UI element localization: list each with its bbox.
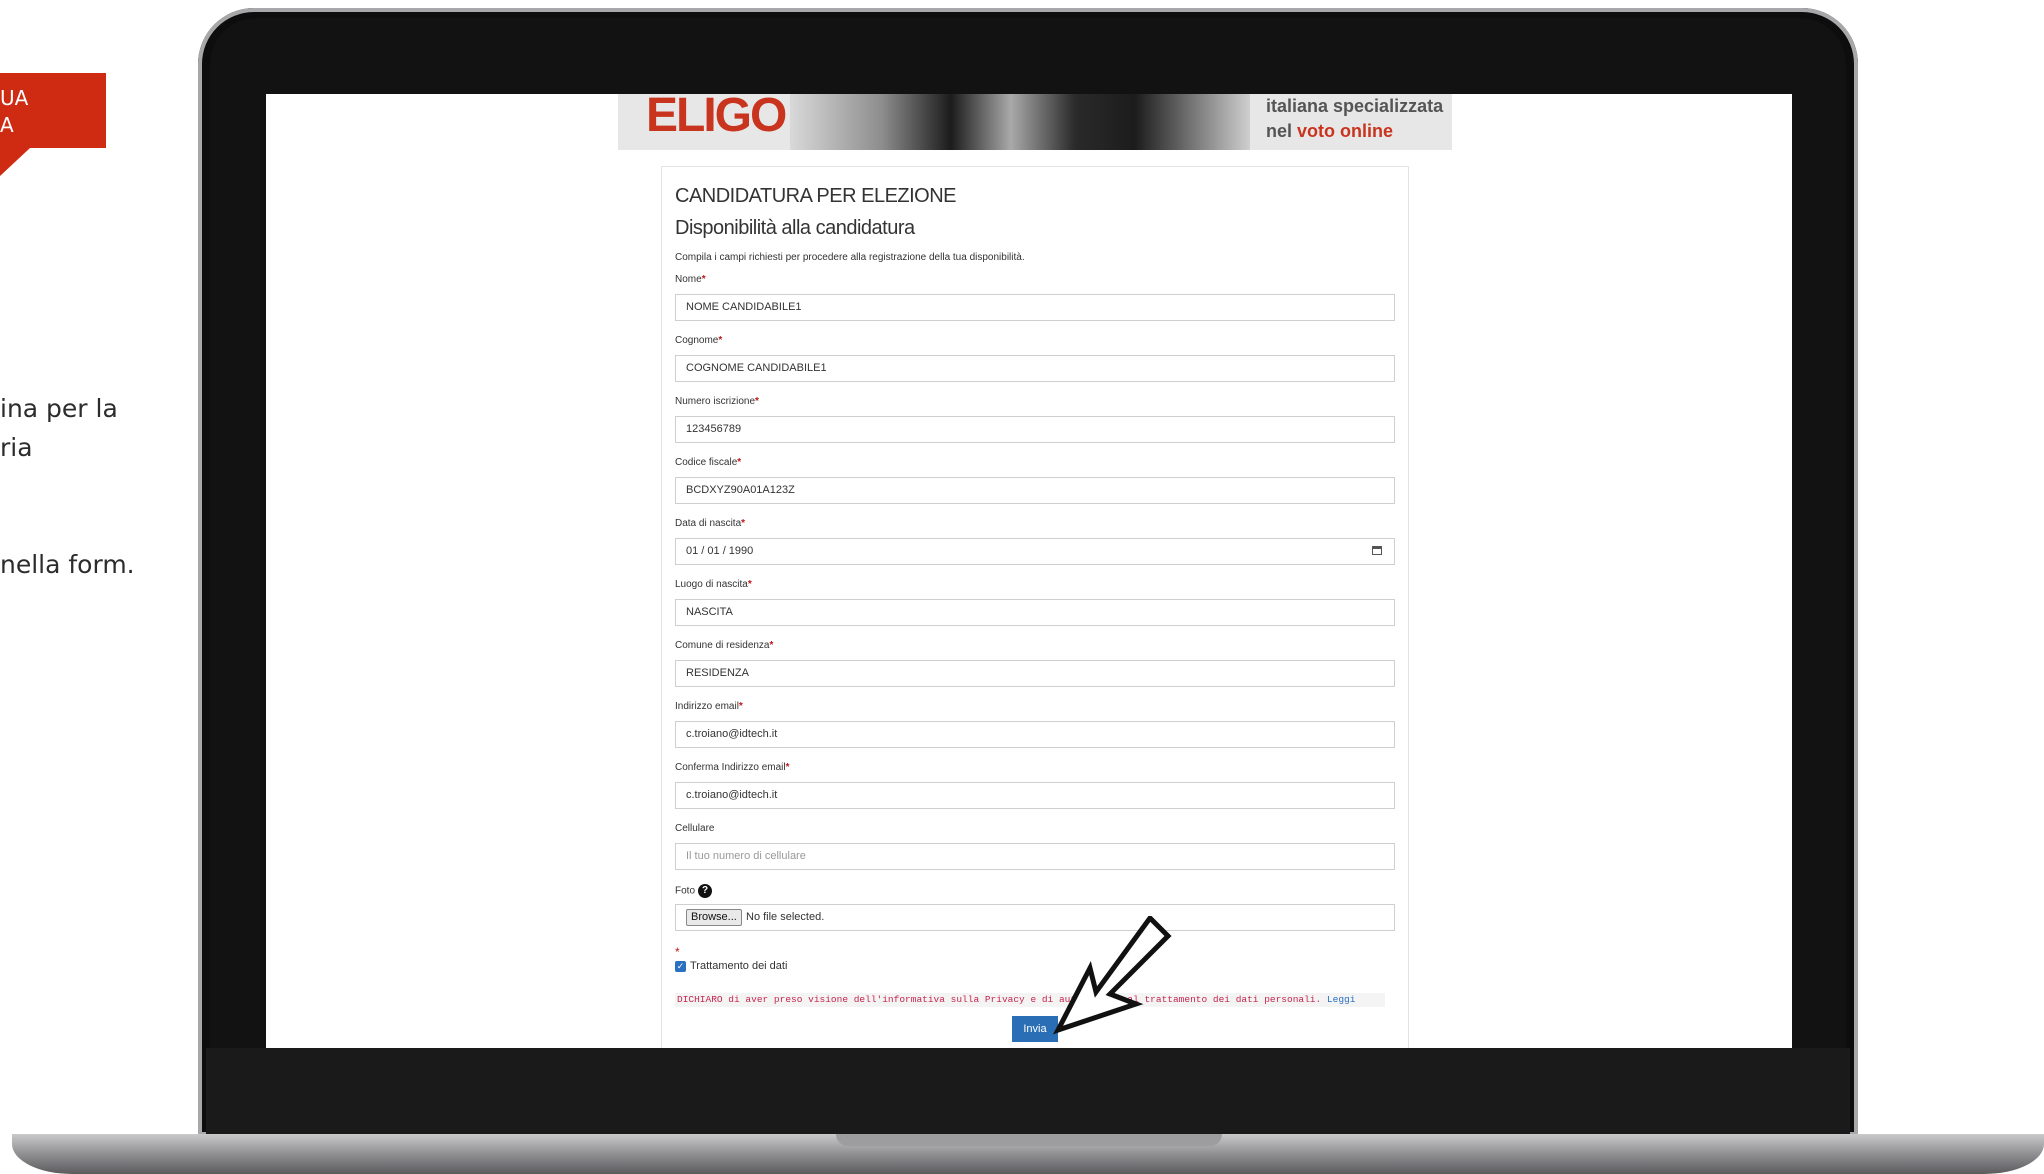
red-ribbon-tail <box>0 148 30 176</box>
codice-fiscale-input[interactable]: BCDXYZ90A01A123Z <box>675 477 1395 504</box>
nome-label: Nome* <box>675 274 706 285</box>
conferma-email-input[interactable]: c.troiano@idtech.it <box>675 782 1395 809</box>
privacy-statement: DICHIARO di aver preso visione dell'info… <box>675 993 1385 1007</box>
foto-label: Foto? <box>675 884 713 898</box>
side-text-line2: ria <box>0 433 33 462</box>
data-nascita-label: Data di nascita* <box>675 518 746 529</box>
numero-iscrizione-label: Numero iscrizione* <box>675 396 759 407</box>
ribbon-text-line1: UA <box>0 86 29 110</box>
laptop-bottom-bezel <box>206 1048 1850 1134</box>
calendar-icon[interactable] <box>1372 546 1382 555</box>
ribbon-text-line2: A <box>0 113 14 137</box>
luogo-nascita-input[interactable]: NASCITA <box>675 599 1395 626</box>
side-text-line3: nella form. <box>0 550 135 579</box>
header-banner: ELIGO italiana specializzata nel voto on… <box>618 94 1452 150</box>
privacy-link[interactable]: Leggi <box>1327 994 1356 1005</box>
cellulare-input[interactable]: Il tuo numero di cellulare <box>675 843 1395 870</box>
cognome-input[interactable]: COGNOME CANDIDABILE1 <box>675 355 1395 382</box>
comune-residenza-input[interactable]: RESIDENZA <box>675 660 1395 687</box>
no-file-text: No file selected. <box>746 911 825 923</box>
foto-file-input[interactable]: Browse... No file selected. <box>675 904 1395 931</box>
form-subtitle: Disponibilità alla candidatura <box>675 217 915 239</box>
form-intro: Compila i campi richiesti per procedere … <box>675 252 1025 263</box>
numero-iscrizione-input[interactable]: 123456789 <box>675 416 1395 443</box>
red-ribbon-tag: UA A <box>0 73 106 148</box>
email-label: Indirizzo email* <box>675 701 743 712</box>
consent-label: Trattamento dei dati <box>690 960 788 972</box>
banner-tagline-line1: italiana specializzata <box>1266 96 1444 116</box>
banner-photo <box>790 94 1250 150</box>
consent-checkbox[interactable]: ✓ <box>675 961 686 972</box>
eligo-logo: ELIGO <box>646 94 787 142</box>
consent-required-mark: * <box>675 945 680 959</box>
help-icon[interactable]: ? <box>698 884 713 898</box>
email-input[interactable]: c.troiano@idtech.it <box>675 721 1395 748</box>
laptop-notch <box>836 1134 1222 1146</box>
cognome-label: Cognome* <box>675 335 723 346</box>
candidature-form: CANDIDATURA PER ELEZIONE Disponibilità a… <box>661 166 1409 1048</box>
browse-button[interactable]: Browse... <box>686 909 742 926</box>
nome-input[interactable]: NOME CANDIDABILE1 <box>675 294 1395 321</box>
banner-tagline-prefix: nel <box>1266 121 1293 141</box>
cellulare-label: Cellulare <box>675 823 715 834</box>
comune-residenza-label: Comune di residenza* <box>675 640 774 651</box>
banner-tagline-highlight: voto online <box>1297 121 1394 141</box>
banner-tagline-line2: nel voto online <box>1266 121 1393 142</box>
side-text-line1: ina per la <box>0 394 118 423</box>
data-nascita-input[interactable]: 01 / 01 / 1990 <box>675 538 1395 565</box>
laptop-screen: ELIGO italiana specializzata nel voto on… <box>266 94 1792 1048</box>
pointer-arrow-icon <box>1052 916 1172 1035</box>
codice-fiscale-label: Codice fiscale* <box>675 457 742 468</box>
luogo-nascita-label: Luogo di nascita* <box>675 579 752 590</box>
privacy-text: DICHIARO di aver preso visione dell'info… <box>677 994 1322 1005</box>
conferma-email-label: Conferma Indirizzo email* <box>675 762 790 773</box>
form-title: CANDIDATURA PER ELEZIONE <box>675 185 957 207</box>
data-nascita-value: 01 / 01 / 1990 <box>686 545 754 557</box>
